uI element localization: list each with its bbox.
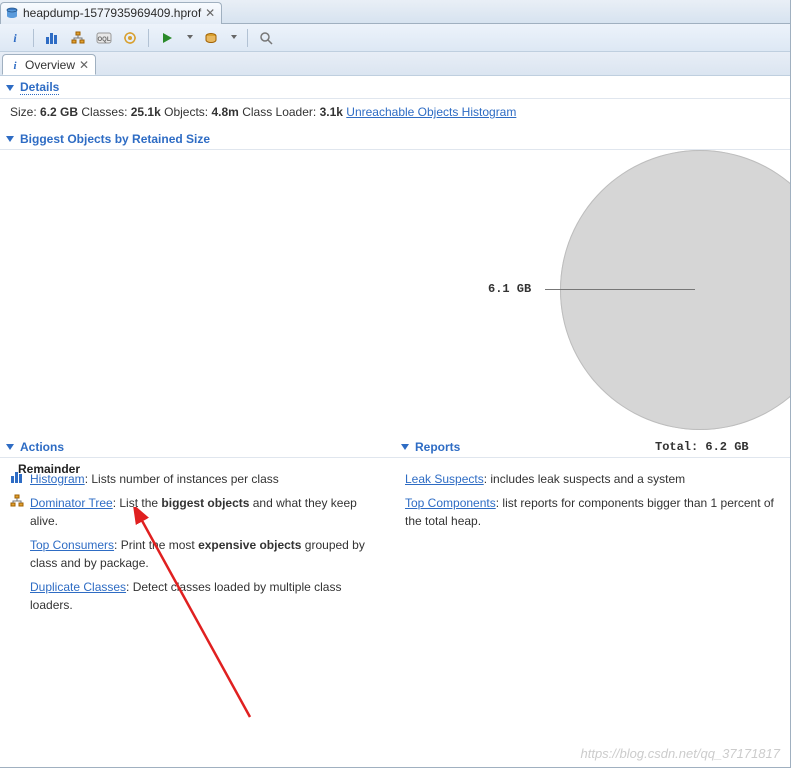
action-duplicate-classes: Duplicate Classes: Detect classes loaded… — [10, 578, 385, 614]
leak-desc: : includes leak suspects and a system — [484, 472, 685, 486]
action-histogram: Histogram: Lists number of instances per… — [10, 470, 385, 488]
section-title: Actions — [20, 440, 64, 454]
histogram-link[interactable]: Histogram — [30, 472, 85, 486]
section-title: Details — [20, 80, 59, 95]
action-dominator-tree: Dominator Tree: List the biggest objects… — [10, 494, 385, 530]
pie-slice-label: 6.1 GB — [488, 282, 531, 296]
unreachable-link[interactable]: Unreachable Objects Histogram — [346, 105, 516, 119]
query-dropdown[interactable] — [226, 27, 240, 49]
tab-label: Overview — [25, 58, 75, 72]
chevron-down-icon — [6, 136, 14, 142]
histogram-icon — [10, 470, 24, 484]
heap-file-icon — [5, 6, 19, 20]
svg-text:i: i — [13, 60, 17, 71]
chevron-down-icon — [401, 444, 409, 450]
toolbar-separator — [33, 29, 34, 47]
section-title: Reports — [415, 440, 460, 454]
run-report-button[interactable] — [156, 27, 178, 49]
classloader-value: 3.1k — [320, 105, 343, 119]
inner-tabbar: i Overview ✕ — [0, 52, 790, 76]
tab-overview[interactable]: i Overview ✕ — [2, 54, 96, 75]
report-leak-suspects: Leak Suspects: includes leak suspects an… — [405, 470, 780, 488]
objects-value: 4.8m — [211, 105, 238, 119]
action-top-consumers: Top Consumers: Print the most expensive … — [10, 536, 385, 572]
svg-text:i: i — [13, 31, 17, 45]
oql-button[interactable]: OQL — [93, 27, 115, 49]
pie-chart — [560, 150, 790, 430]
classloader-label: Class Loader: — [242, 105, 316, 119]
dominator-pre: : List the — [113, 496, 162, 510]
close-icon[interactable]: ✕ — [205, 7, 215, 19]
objects-label: Objects: — [164, 105, 208, 119]
lower-columns: Actions Histogram: Lists number of insta… — [0, 437, 790, 626]
watermark: https://blog.csdn.net/qq_37171817 — [581, 746, 781, 761]
toolbar-separator — [148, 29, 149, 47]
editor-tabbar: heapdump-1577935969409.hprof ✕ — [0, 0, 790, 24]
search-button[interactable] — [255, 27, 277, 49]
toolbar: i OQL — [0, 24, 790, 52]
tree-icon — [10, 494, 24, 508]
section-details-header[interactable]: Details — [0, 77, 790, 99]
duplicate-classes-link[interactable]: Duplicate Classes — [30, 580, 126, 594]
section-title: Biggest Objects by Retained Size — [20, 132, 210, 146]
dominator-tree-button[interactable] — [67, 27, 89, 49]
query-button[interactable] — [200, 27, 222, 49]
histogram-desc: : Lists number of instances per class — [85, 472, 279, 486]
thread-button[interactable] — [119, 27, 141, 49]
topcons-pre: : Print the most — [114, 538, 198, 552]
report-top-components: Top Components: list reports for compone… — [405, 494, 780, 530]
details-body: Size: 6.2 GB Classes: 25.1k Objects: 4.8… — [0, 99, 790, 129]
pie-chart-area: 6.1 GB Total: 6.2 GB Remainder — [0, 150, 790, 450]
actions-body: Histogram: Lists number of instances per… — [0, 458, 395, 626]
section-actions-header[interactable]: Actions — [0, 437, 395, 458]
dominator-tree-link[interactable]: Dominator Tree — [30, 496, 113, 510]
info-button[interactable]: i — [4, 27, 26, 49]
section-reports-header[interactable]: Reports — [395, 437, 790, 458]
info-icon: i — [9, 59, 21, 71]
editor-tab-heapdump[interactable]: heapdump-1577935969409.hprof ✕ — [0, 2, 222, 24]
run-report-dropdown[interactable] — [182, 27, 196, 49]
toolbar-separator — [247, 29, 248, 47]
chevron-down-icon — [6, 444, 14, 450]
chevron-down-icon — [6, 85, 14, 91]
top-components-link[interactable]: Top Components — [405, 496, 496, 510]
size-label: Size: — [10, 105, 37, 119]
topcons-bold: expensive objects — [198, 538, 301, 552]
actions-column: Actions Histogram: Lists number of insta… — [0, 437, 395, 626]
overview-content: Details Size: 6.2 GB Classes: 25.1k Obje… — [0, 76, 790, 767]
editor-tab-title: heapdump-1577935969409.hprof — [23, 6, 201, 20]
classes-value: 25.1k — [131, 105, 161, 119]
close-icon[interactable]: ✕ — [79, 59, 89, 71]
reports-body: Leak Suspects: includes leak suspects an… — [395, 458, 790, 542]
histogram-button[interactable] — [41, 27, 63, 49]
size-value: 6.2 GB — [40, 105, 78, 119]
dominator-bold: biggest objects — [161, 496, 249, 510]
top-consumers-link[interactable]: Top Consumers — [30, 538, 114, 552]
classes-label: Classes: — [81, 105, 127, 119]
svg-text:OQL: OQL — [98, 37, 111, 43]
reports-column: Reports Leak Suspects: includes leak sus… — [395, 437, 790, 626]
leak-suspects-link[interactable]: Leak Suspects — [405, 472, 484, 486]
pie-callout-line — [545, 289, 695, 290]
section-biggest-header[interactable]: Biggest Objects by Retained Size — [0, 129, 790, 150]
